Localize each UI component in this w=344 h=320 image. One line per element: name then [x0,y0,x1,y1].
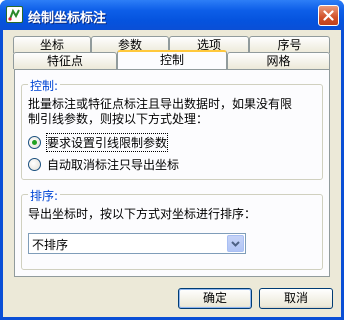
sort-groupbox: 排序: 导出坐标时，按以下方式对坐标进行排序： 不排序 [21,187,323,270]
sort-description: 导出坐标时，按以下方式对坐标进行排序： [28,207,257,221]
tab-sequence[interactable]: 序号 [249,36,330,53]
tab-feature-points[interactable]: 特征点 [13,52,117,69]
radio-label-require-leader-params: 要求设置引线限制参数 [45,133,169,152]
dialog-body: 坐标 参数 选项 序号 特征点 控制 网格 控制: 批量标注或特征点标注且导出数… [3,30,341,317]
tab-control[interactable]: 控制 [117,50,227,69]
control-description-line1: 批量标注或特征点标注且导出数据时，如果没有限 [28,97,293,111]
radio-button-checked[interactable] [28,136,41,149]
radio-require-leader-params[interactable]: 要求设置引线限制参数 [28,133,169,152]
sort-group-caption: 排序: [28,187,61,204]
radio-button-unchecked[interactable] [28,158,41,171]
ok-button[interactable]: 确定 [178,288,252,309]
radio-label-auto-cancel-label: 自动取消标注只导出坐标 [47,158,180,172]
tab-coordinates[interactable]: 坐标 [13,36,91,53]
tab-panel-control: 控制: 批量标注或特征点标注且导出数据时，如果没有限 制引线参数，则按以下方式处… [14,69,330,277]
control-groupbox: 控制: 批量标注或特征点标注且导出数据时，如果没有限 制引线参数，则按以下方式处… [21,77,323,180]
app-icon[interactable] [6,6,23,23]
radio-auto-cancel-label[interactable]: 自动取消标注只导出坐标 [28,157,179,172]
chevron-down-icon [231,240,240,247]
cancel-button[interactable]: 取消 [259,288,333,309]
sort-order-value: 不排序 [32,238,69,252]
window-title: 绘制坐标标注 [28,11,107,26]
close-button[interactable] [318,5,339,26]
sort-order-select[interactable]: 不排序 [28,233,246,254]
tab-grid[interactable]: 网格 [227,52,330,69]
control-description: 批量标注或特征点标注且导出数据时，如果没有限 制引线参数，则按以下方式处理： [28,97,320,127]
dialog-window: 绘制坐标标注 坐标 参数 选项 序号 特征点 控制 网格 控制: 批量标注或特征… [0,0,344,320]
sort-order-dropdown-button[interactable] [227,235,244,252]
control-description-line2: 制引线参数，则按以下方式处理： [28,112,209,126]
control-group-caption: 控制: [28,77,61,94]
close-icon [323,10,334,21]
title-bar[interactable]: 绘制坐标标注 [0,0,344,30]
